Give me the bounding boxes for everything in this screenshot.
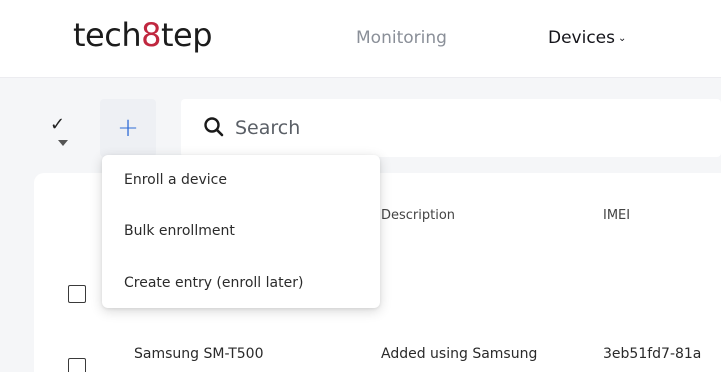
nav-monitoring[interactable]: Monitoring [356,28,447,48]
device-description-cell: Added using Samsung [381,346,538,362]
caret-down-icon [58,140,68,146]
menu-item-enroll-device[interactable]: Enroll a device [124,172,227,188]
bulk-select-toggle[interactable]: ✓ [48,110,78,150]
menu-item-create-entry[interactable]: Create entry (enroll later) [124,275,303,291]
column-header-imei[interactable]: IMEI [603,208,630,223]
top-header: tech8tep Monitoring Devices ⌄ [0,0,721,78]
column-header-description[interactable]: Description [381,208,455,223]
device-imei-cell: 3eb51fd7-81a [603,346,702,362]
nav-devices-label: Devices [548,28,615,48]
search-icon [204,117,224,137]
plus-icon: + [117,113,139,143]
nav-devices[interactable]: Devices ⌄ [548,28,626,48]
row-checkbox[interactable] [68,285,86,303]
chevron-down-icon: ⌄ [618,33,627,44]
search-input[interactable] [235,113,635,143]
checkmark-icon: ✓ [50,114,66,135]
add-button[interactable]: + [100,99,156,157]
techstep-logo[interactable]: tech8tep [73,16,213,54]
menu-item-bulk-enrollment[interactable]: Bulk enrollment [124,223,235,239]
row-checkbox[interactable] [68,358,86,372]
device-name-cell[interactable]: Samsung SM-T500 [134,346,264,362]
add-device-dropdown: Enroll a device Bulk enrollment Create e… [102,155,380,308]
search-bar [181,99,721,157]
